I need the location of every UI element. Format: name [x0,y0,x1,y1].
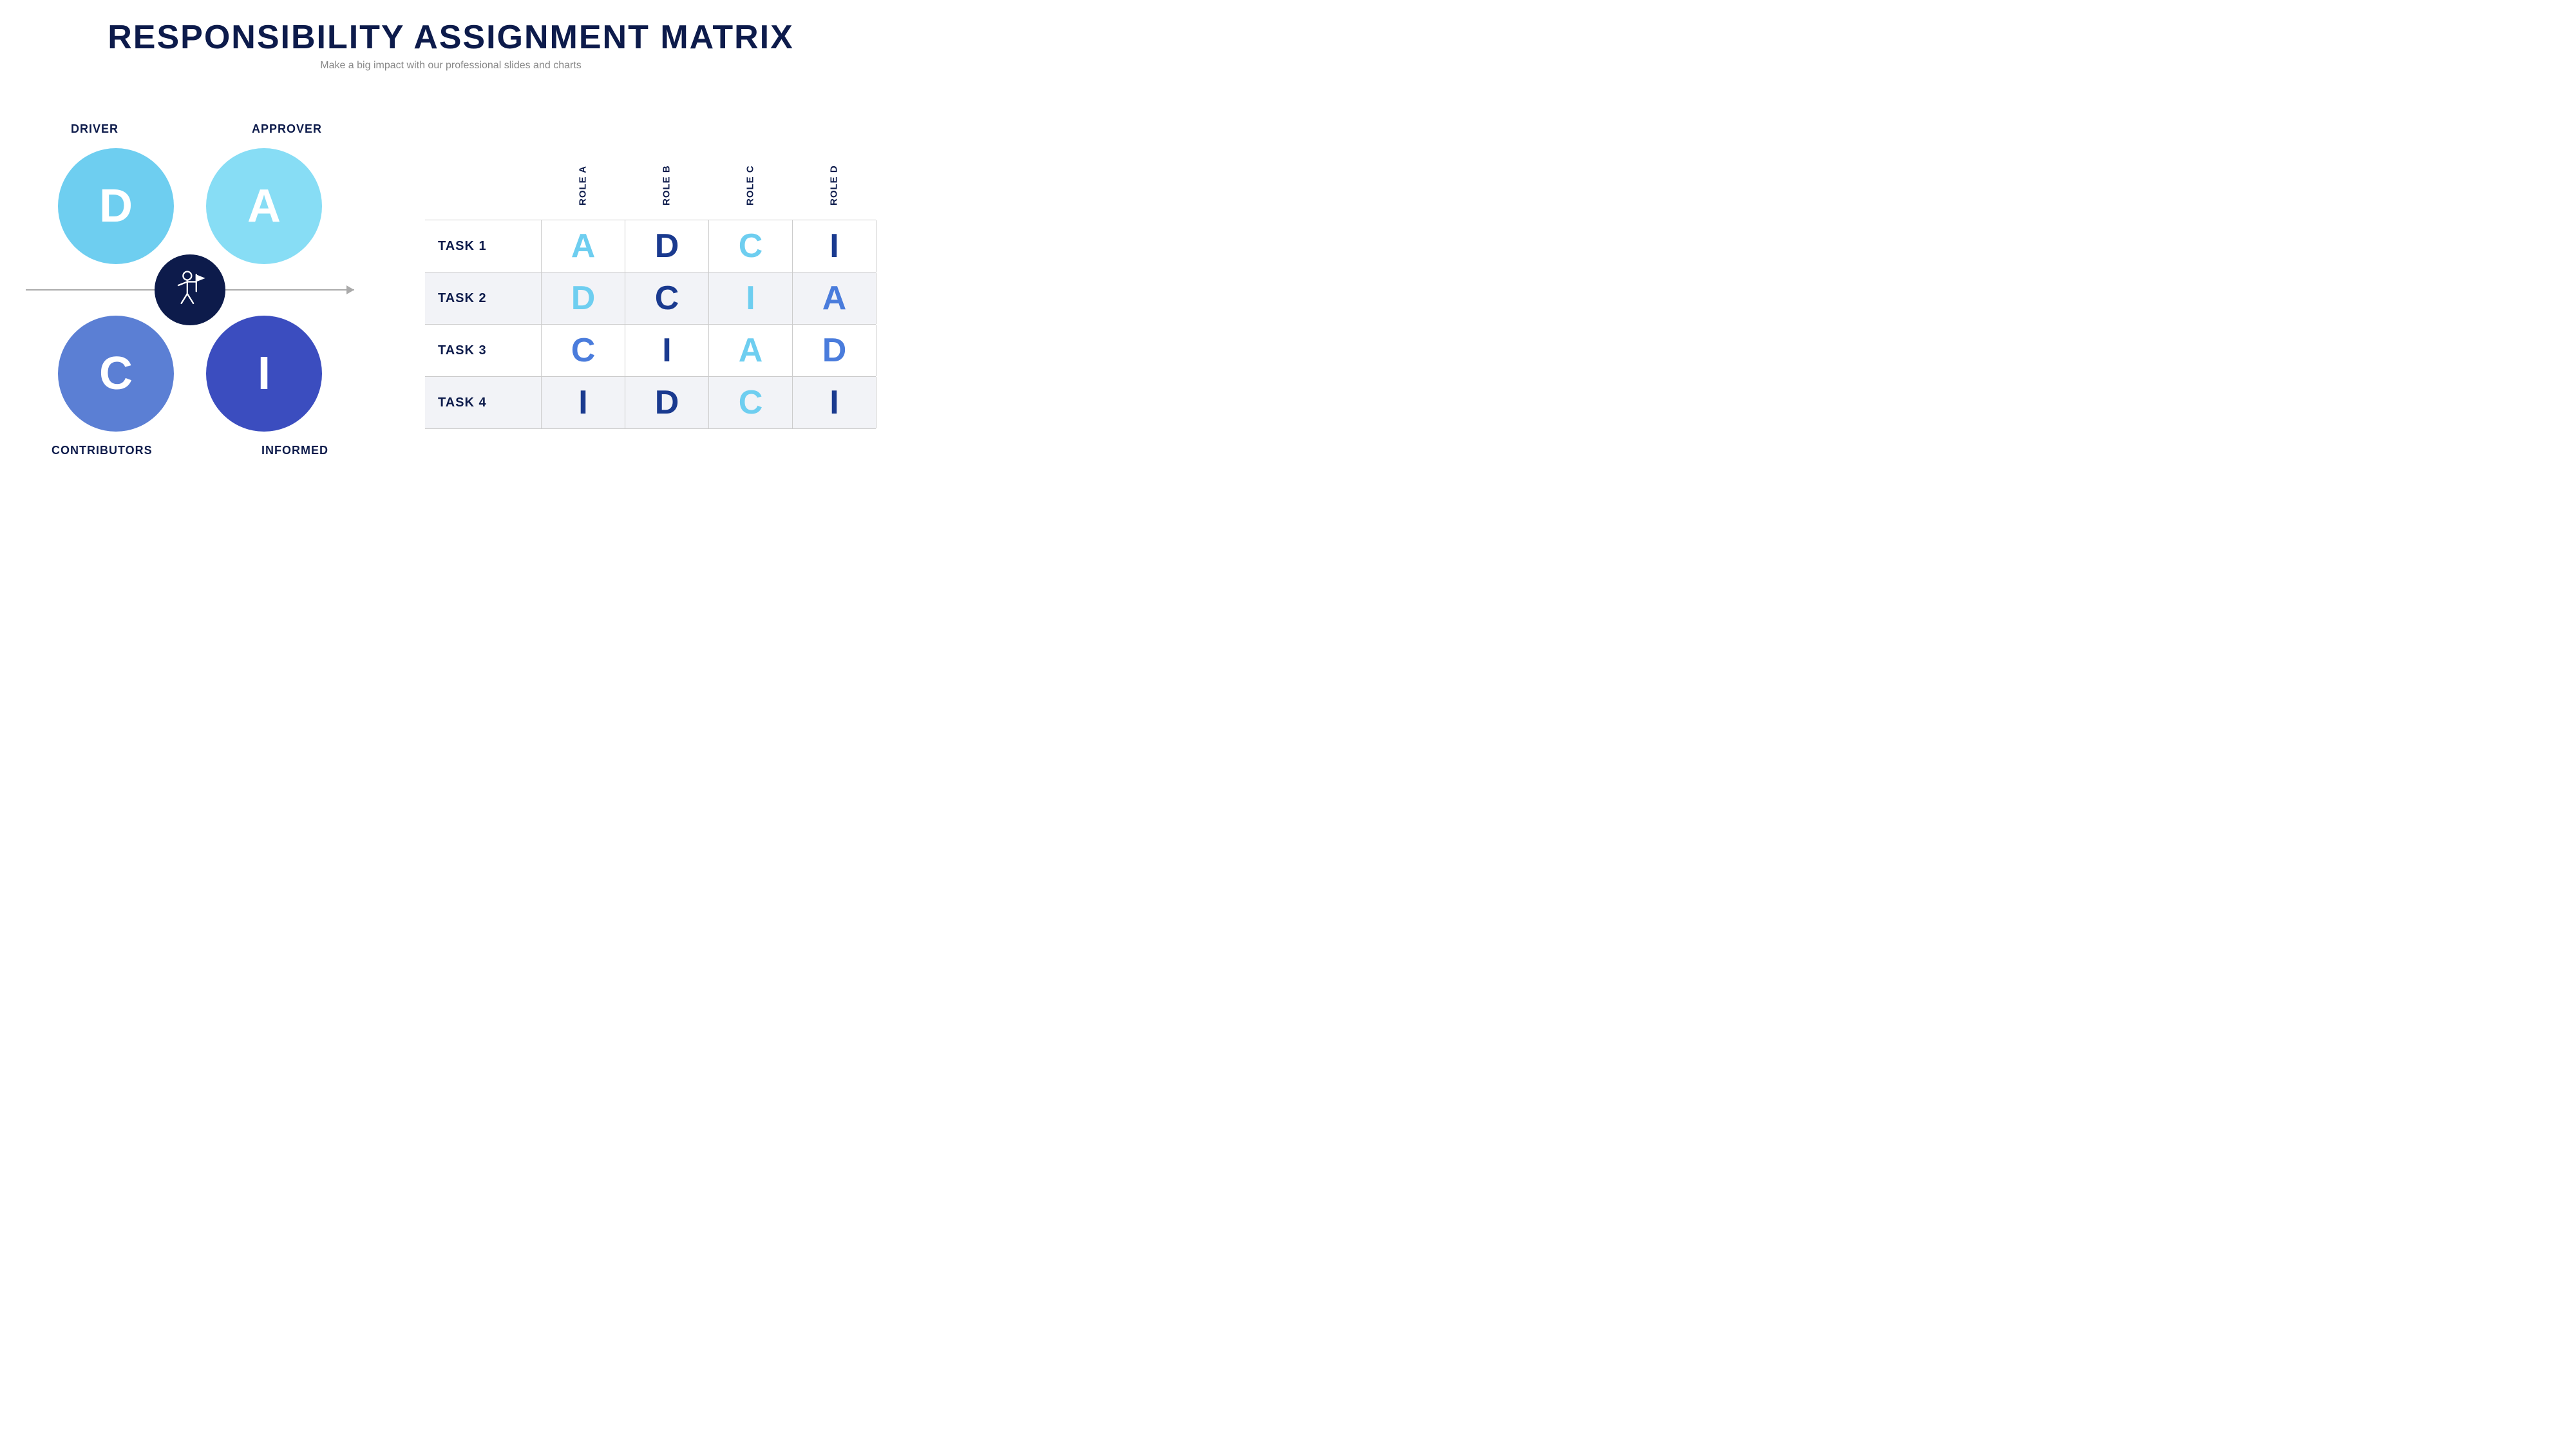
person-flag-icon [169,269,211,310]
cell-r1-c2: D [625,220,709,272]
cell-r3-c3: A [709,325,793,376]
cell-r1-c1: A [542,220,625,272]
role-headers-row: ROLE A ROLE B ROLE C ROLE D [541,150,876,215]
label-driver: DRIVER [71,122,118,136]
content-area: DRIVER APPROVER CONTRIBUTORS INFORMED D … [26,84,876,495]
task-cells-4: IDCI [541,377,876,428]
responsibility-matrix: ROLE A ROLE B ROLE C ROLE D TASK 1ADCITA… [425,150,876,429]
circle-contributors-label: C [99,347,133,400]
task-label-1: TASK 1 [425,227,541,265]
header: RESPONSIBILITY ASSIGNMENT MATRIX Make a … [108,19,794,72]
label-approver: APPROVER [252,122,322,136]
table-row: TASK 1ADCI [425,220,876,272]
cell-r2-c4: A [793,272,876,324]
task-label-2: TASK 2 [425,280,541,318]
circle-driver: D [58,148,174,264]
center-icon-circle [155,254,225,325]
table-row: TASK 2DCIA [425,272,876,324]
cell-r4-c2: D [625,377,709,428]
cell-r2-c1: D [542,272,625,324]
circle-approver: A [206,148,322,264]
role-header-a: ROLE A [541,150,625,215]
circle-driver-label: D [99,180,133,233]
circles-container: D A C I [45,148,335,432]
cell-r3-c1: C [542,325,625,376]
cell-r1-c4: I [793,220,876,272]
cell-r3-c2: I [625,325,709,376]
cell-r4-c3: C [709,377,793,428]
label-contributors: CONTRIBUTORS [52,444,153,457]
subtitle: Make a big impact with our professional … [108,60,794,72]
table-row: TASK 4IDCI [425,376,876,429]
circle-informed: I [206,316,322,432]
task-cells-3: CIAD [541,325,876,376]
cell-r1-c3: C [709,220,793,272]
task-cells-1: ADCI [541,220,876,272]
task-label-4: TASK 4 [425,384,541,422]
role-header-c: ROLE C [708,150,792,215]
role-header-d: ROLE D [792,150,876,215]
circle-contributors: C [58,316,174,432]
task-label-3: TASK 3 [425,332,541,370]
cell-r4-c4: I [793,377,876,428]
cell-r4-c1: I [542,377,625,428]
page-title: RESPONSIBILITY ASSIGNMENT MATRIX [108,19,794,56]
task-cells-2: DCIA [541,272,876,324]
daci-diagram: DRIVER APPROVER CONTRIBUTORS INFORMED D … [26,110,361,470]
role-header-b: ROLE B [625,150,708,215]
circle-informed-label: I [258,347,270,400]
label-informed: INFORMED [261,444,328,457]
cell-r2-c3: I [709,272,793,324]
cell-r2-c2: C [625,272,709,324]
matrix-body: TASK 1ADCITASK 2DCIATASK 3CIADTASK 4IDCI [425,220,876,429]
table-row: TASK 3CIAD [425,324,876,376]
cell-r3-c4: D [793,325,876,376]
circle-approver-label: A [247,180,281,233]
